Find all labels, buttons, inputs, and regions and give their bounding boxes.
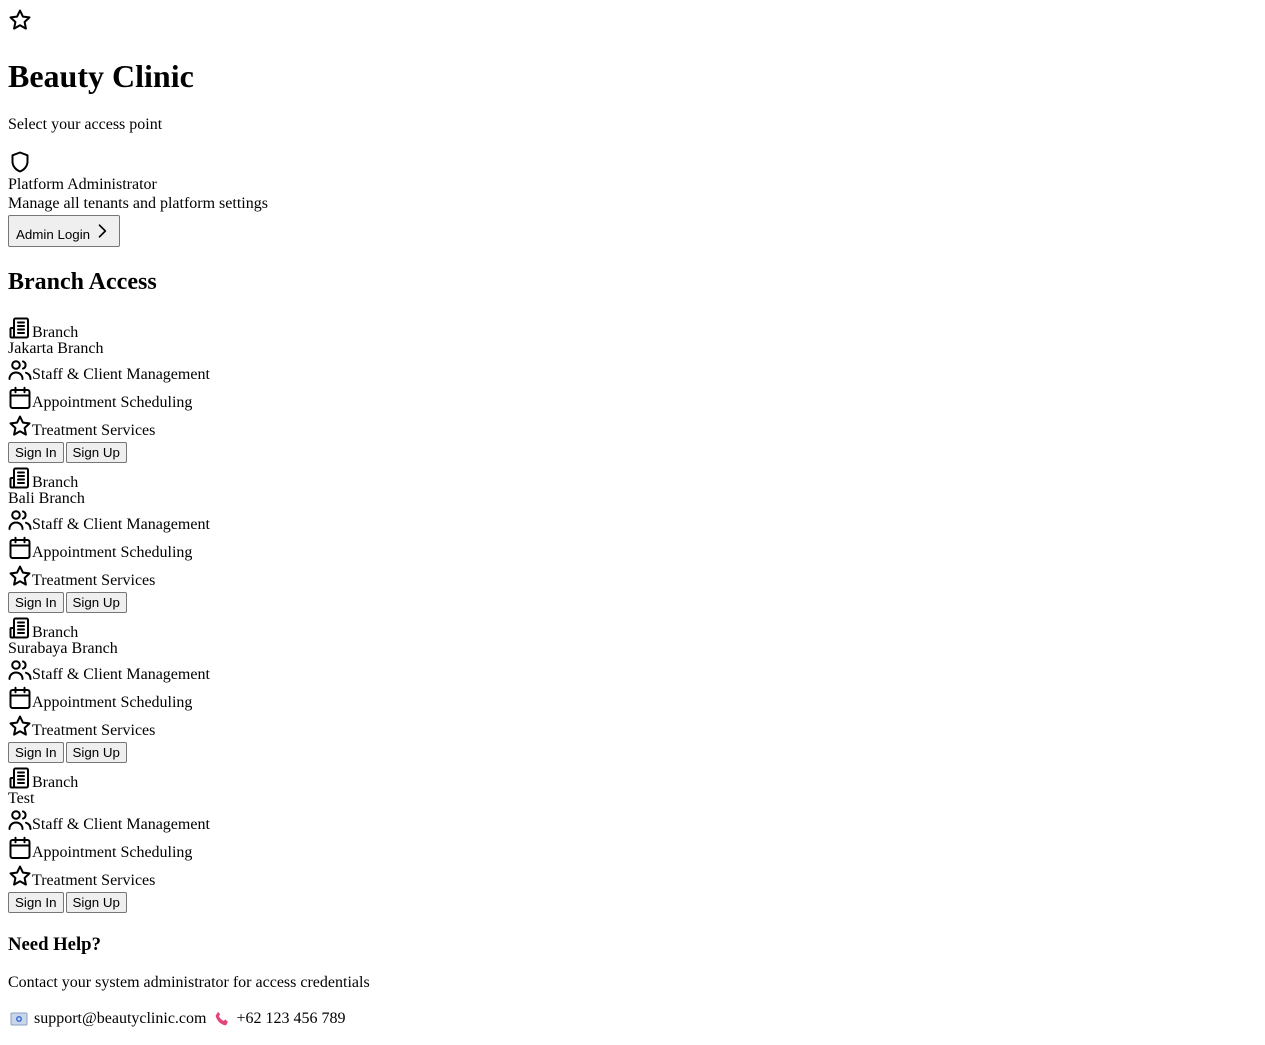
users-icon [8, 508, 32, 532]
feature-label: Staff & Client Management [32, 666, 210, 683]
feature-item: Appointment Scheduling [8, 686, 408, 711]
building-icon [8, 616, 32, 640]
branch-actions: Sign In Sign Up [8, 592, 408, 613]
feature-label: Staff & Client Management [32, 366, 210, 383]
branch-card: Branch Jakarta Branch Staff & Client Manag… [8, 316, 408, 463]
branch-type-row: Branch [8, 466, 408, 491]
sign-in-button[interactable]: Sign In [8, 442, 64, 463]
calendar-icon [8, 536, 32, 560]
sign-in-button[interactable]: Sign In [8, 742, 64, 763]
feature-label: Appointment Scheduling [32, 394, 193, 411]
feature-item: Appointment Scheduling [8, 536, 408, 561]
sign-up-button[interactable]: Sign Up [65, 892, 127, 913]
feature-item: Appointment Scheduling [8, 386, 408, 411]
feature-label: Treatment Services [32, 722, 156, 739]
branch-actions: Sign In Sign Up [8, 892, 408, 913]
calendar-icon [8, 836, 32, 860]
admin-login-button[interactable]: Admin Login [8, 215, 121, 247]
branch-name: Jakarta Branch [8, 340, 104, 357]
support-phone[interactable]: +62 123 456 789 [236, 1010, 345, 1028]
feature-item: Staff & Client Management [8, 508, 408, 533]
feature-label: Appointment Scheduling [32, 844, 193, 861]
users-icon [8, 658, 32, 682]
feature-item: Treatment Services [8, 414, 408, 439]
support-email[interactable]: support@beautyclinic.com [34, 1010, 206, 1028]
help-text: Contact your system administrator for ac… [8, 974, 370, 991]
branch-type-row: Branch [8, 616, 408, 641]
star-icon [8, 564, 32, 588]
calendar-icon [8, 386, 32, 410]
feature-label: Treatment Services [32, 422, 156, 439]
shield-icon [8, 150, 32, 174]
building-icon [8, 466, 32, 490]
star-icon [8, 8, 32, 32]
star-icon [8, 864, 32, 888]
admin-description: Manage all tenants and platform settings [8, 195, 268, 212]
contact-row: support@beautyclinic.com +62 123 456 789 [8, 1010, 346, 1028]
feature-item: Treatment Services [8, 564, 408, 589]
feature-item: Staff & Client Management [8, 358, 408, 383]
branch-card: Branch Test Staff & Client Management Appoi… [8, 766, 408, 913]
admin-login-label: Admin Login [16, 226, 91, 242]
help-heading: Need Help? [8, 934, 101, 955]
sign-in-button[interactable]: Sign In [8, 892, 64, 913]
sign-up-button[interactable]: Sign Up [65, 592, 127, 613]
feature-label: Staff & Client Management [32, 516, 210, 533]
branch-access-heading: Branch Access [8, 269, 157, 295]
branch-type-label: Branch [32, 774, 79, 791]
feature-item: Staff & Client Management [8, 808, 408, 833]
sign-in-button[interactable]: Sign In [8, 592, 64, 613]
page-title: Beauty Clinic [8, 58, 194, 94]
users-icon [8, 808, 32, 832]
calendar-icon [8, 686, 32, 710]
feature-item: Treatment Services [8, 864, 408, 889]
chevron-right-icon [92, 221, 112, 241]
feature-item: Staff & Client Management [8, 658, 408, 683]
star-icon [8, 714, 32, 738]
feature-item: Treatment Services [8, 714, 408, 739]
phone-icon [212, 1010, 232, 1028]
sign-up-button[interactable]: Sign Up [65, 742, 127, 763]
sign-up-button[interactable]: Sign Up [65, 442, 127, 463]
branch-actions: Sign In Sign Up [8, 442, 408, 463]
branch-name: Bali Branch [8, 490, 85, 507]
admin-title: Platform Administrator [8, 176, 157, 193]
branch-name: Surabaya Branch [8, 640, 118, 657]
branch-name: Test [8, 790, 35, 807]
feature-label: Appointment Scheduling [32, 694, 193, 711]
page-subtitle: Select your access point [8, 116, 163, 133]
feature-label: Treatment Services [32, 872, 156, 889]
feature-label: Appointment Scheduling [32, 544, 193, 561]
email-icon [8, 1010, 30, 1028]
users-icon [8, 358, 32, 382]
building-icon [8, 316, 32, 340]
feature-label: Treatment Services [32, 572, 156, 589]
branch-card: Branch Surabaya Branch Staff & Client Mana… [8, 616, 408, 763]
branch-type-row: Branch [8, 316, 408, 341]
branch-type-row: Branch [8, 766, 408, 791]
admin-section: Platform Administrator Manage all tenant… [8, 150, 268, 213]
star-icon [8, 414, 32, 438]
feature-item: Appointment Scheduling [8, 836, 408, 861]
branch-card: Branch Bali Branch Staff & Client Manageme… [8, 466, 408, 613]
feature-label: Staff & Client Management [32, 816, 210, 833]
building-icon [8, 766, 32, 790]
branch-actions: Sign In Sign Up [8, 742, 408, 763]
